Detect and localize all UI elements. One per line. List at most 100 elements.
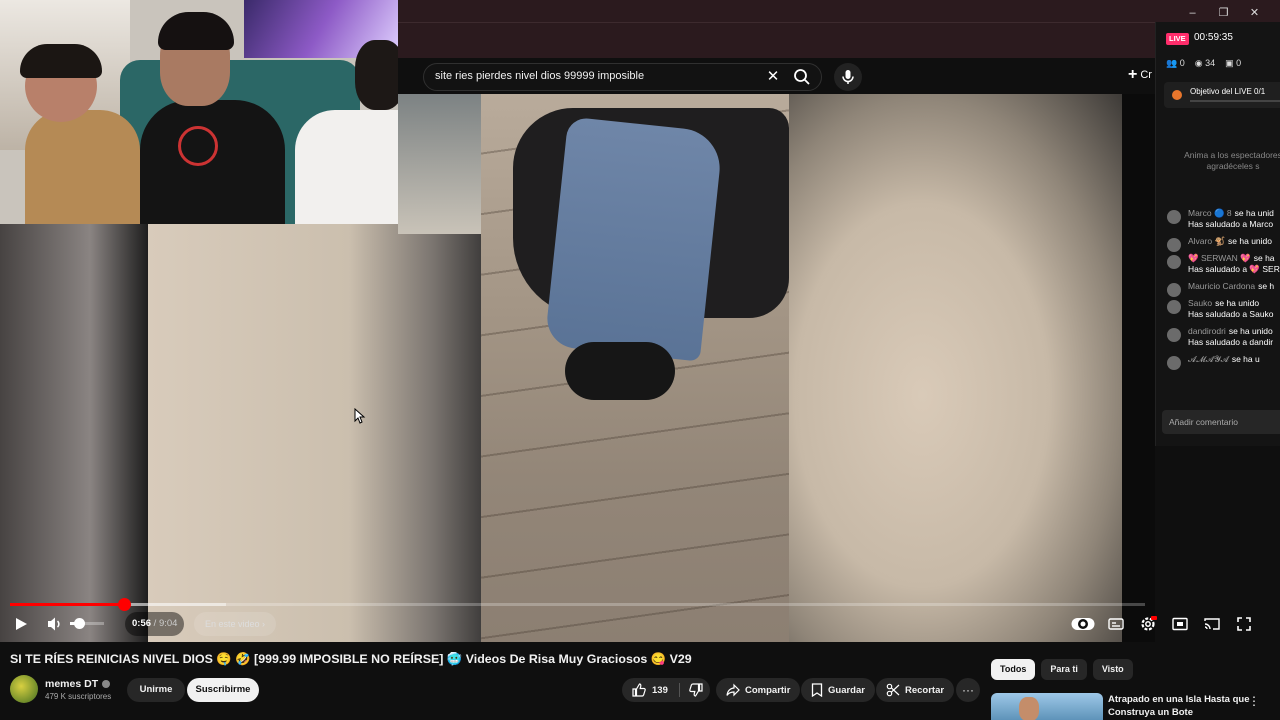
volume-slider[interactable]	[70, 618, 104, 629]
autoplay-toggle[interactable]	[1071, 613, 1095, 635]
chat-message: Mauricio Cardona se h	[1164, 281, 1280, 297]
search-input[interactable]: site ries pierdes nivel dios 99999 impos…	[435, 70, 644, 82]
autoplay-toggle-icon	[1071, 618, 1095, 630]
chat-username[interactable]: Mauricio Cardona	[1188, 281, 1255, 291]
chat-username[interactable]: Sauko	[1188, 298, 1212, 308]
plus-icon: +	[1128, 66, 1138, 83]
save-button[interactable]: Guardar	[801, 678, 875, 702]
chat-avatar[interactable]	[1167, 328, 1181, 342]
share-button[interactable]: Compartir	[716, 678, 801, 702]
miniplayer-icon	[1172, 617, 1188, 631]
recommendation-title[interactable]: Atrapado en una Isla Hasta que Construya…	[1108, 693, 1250, 719]
chat-username[interactable]: 𝓐𝓜𝓐𝓨𝓐	[1188, 354, 1229, 364]
thumbs-up-icon	[632, 683, 646, 697]
chat-avatar[interactable]	[1167, 356, 1181, 370]
chapter-label: En este video	[205, 619, 260, 629]
chat-avatar[interactable]	[1167, 283, 1181, 297]
settings-button[interactable]	[1136, 613, 1160, 635]
chip-visto[interactable]: Visto	[1092, 659, 1133, 680]
microphone-icon	[842, 70, 854, 84]
channel-avatar[interactable]	[10, 675, 38, 703]
chat-avatar[interactable]	[1167, 255, 1181, 269]
video-title: SI TE RÍES REINICIAS NIVEL DIOS 🤤 🤣 [999…	[10, 652, 692, 666]
minimize-icon[interactable]: –	[1177, 6, 1208, 20]
chat-avatar[interactable]	[1167, 210, 1181, 224]
played-bar	[10, 603, 124, 606]
scrubber-handle[interactable]	[117, 598, 131, 611]
mute-button[interactable]	[44, 613, 66, 635]
play-button[interactable]	[8, 613, 34, 635]
voice-search-button[interactable]	[834, 63, 862, 91]
more-actions-button[interactable]: ···	[956, 678, 980, 702]
chat-list: Marco 🔵 8 se ha unid Has saludado a Marco A…	[1164, 208, 1280, 371]
search-icon[interactable]	[792, 67, 814, 87]
chat-action: se ha u	[1231, 354, 1260, 364]
channel-name-row[interactable]: memes DT	[45, 678, 111, 690]
create-button[interactable]: + Cr	[1128, 66, 1158, 88]
volume-knob[interactable]	[73, 618, 85, 629]
shirt-logo-image	[178, 126, 218, 166]
search-box[interactable]: site ries pierdes nivel dios 99999 impos…	[423, 63, 822, 91]
youtube-watch-page: – ❐ ✕ site ries pierdes nivel dios 99999…	[0, 0, 1280, 720]
fullscreen-button[interactable]	[1232, 613, 1256, 635]
subtitles-icon	[1108, 618, 1124, 630]
live-badge: LIVE	[1166, 33, 1189, 45]
chat-greeting: Has saludado a 💖 SER	[1188, 264, 1280, 274]
chat-action: se ha unido	[1228, 236, 1272, 246]
subscribe-button[interactable]: Suscribirme	[187, 678, 259, 702]
chat-action: se ha	[1253, 253, 1275, 263]
subtitles-button[interactable]	[1104, 613, 1128, 635]
time-display: 0:56 / 9:04	[125, 612, 185, 636]
guests-stat: 👥 0	[1166, 58, 1185, 68]
chat-message: 💖 SERWAN 💖 se ha Has saludado a 💖 SER	[1164, 253, 1280, 275]
cast-button[interactable]	[1200, 613, 1224, 635]
chat-avatar[interactable]	[1167, 238, 1181, 252]
share-label: Compartir	[745, 684, 791, 696]
chat-avatar[interactable]	[1167, 300, 1181, 314]
chat-message: 𝓐𝓜𝓐𝓨𝓐 se ha u	[1164, 354, 1280, 370]
more-vertical-icon[interactable]: ⋮	[1248, 694, 1260, 708]
live-timer: 00:59:35	[1194, 32, 1233, 43]
recommendation-chips: Todos Para ti Visto	[991, 659, 1133, 680]
progress-bar[interactable]	[10, 598, 1145, 611]
clip-label: Recortar	[905, 684, 945, 696]
tiktok-live-panel: LIVE 00:59:35 👥 0 ◉ 34 ▣ 0 Objetivo del …	[1155, 22, 1280, 446]
chapter-button[interactable]: En este video ›	[194, 612, 277, 636]
miniplayer-button[interactable]	[1168, 613, 1192, 635]
chat-username[interactable]: dandirodri	[1188, 326, 1226, 336]
eye-icon: ◉	[1194, 58, 1203, 68]
chat-greeting: Has saludado a Sauko	[1188, 309, 1274, 319]
comment-input[interactable]: Añadir comentario	[1162, 410, 1280, 434]
live-stats: 👥 0 ◉ 34 ▣ 0	[1166, 58, 1241, 69]
share-icon	[726, 683, 740, 697]
chip-todos[interactable]: Todos	[991, 659, 1036, 680]
live-goal[interactable]: Objetivo del LIVE 0/1	[1164, 82, 1280, 108]
chat-greeting: Has saludado a Marco	[1188, 219, 1274, 229]
window-title-bar: – ❐ ✕	[398, 0, 1280, 58]
chat-username[interactable]: Alvaro 🐒	[1188, 236, 1225, 246]
chat-action: se ha unido	[1215, 298, 1260, 308]
clip-button[interactable]: Recortar	[876, 678, 955, 702]
chat-message: Alvaro 🐒 se ha unido	[1164, 236, 1280, 252]
join-button[interactable]: Unirme	[127, 678, 185, 702]
chip-para-ti[interactable]: Para ti	[1041, 659, 1087, 680]
cast-icon	[1204, 618, 1220, 630]
chat-message: Marco 🔵 8 se ha unid Has saludado a Marco	[1164, 208, 1280, 230]
dislike-button[interactable]	[682, 678, 710, 702]
close-icon[interactable]: ✕	[1239, 6, 1270, 20]
restore-icon[interactable]: ❐	[1208, 6, 1239, 20]
like-button[interactable]: 139	[622, 678, 678, 702]
chat-username[interactable]: Marco 🔵 8	[1188, 208, 1232, 218]
viewers-stat: ◉ 34	[1194, 58, 1216, 68]
video-edge	[1122, 94, 1155, 642]
dog-paw-image	[565, 342, 675, 400]
mouse-cursor-icon	[354, 408, 366, 424]
goal-progress-bar	[1190, 100, 1280, 102]
window-controls: – ❐ ✕	[1177, 6, 1270, 20]
channel-name[interactable]: memes DT	[45, 678, 98, 690]
recommendation-thumbnail[interactable]	[991, 693, 1103, 720]
chat-username[interactable]: 💖 SERWAN 💖	[1188, 253, 1251, 263]
clear-search-icon[interactable]: ✕	[764, 68, 782, 86]
subscriber-count: 479 K suscriptores	[45, 692, 112, 701]
gear-icon	[1141, 616, 1157, 631]
